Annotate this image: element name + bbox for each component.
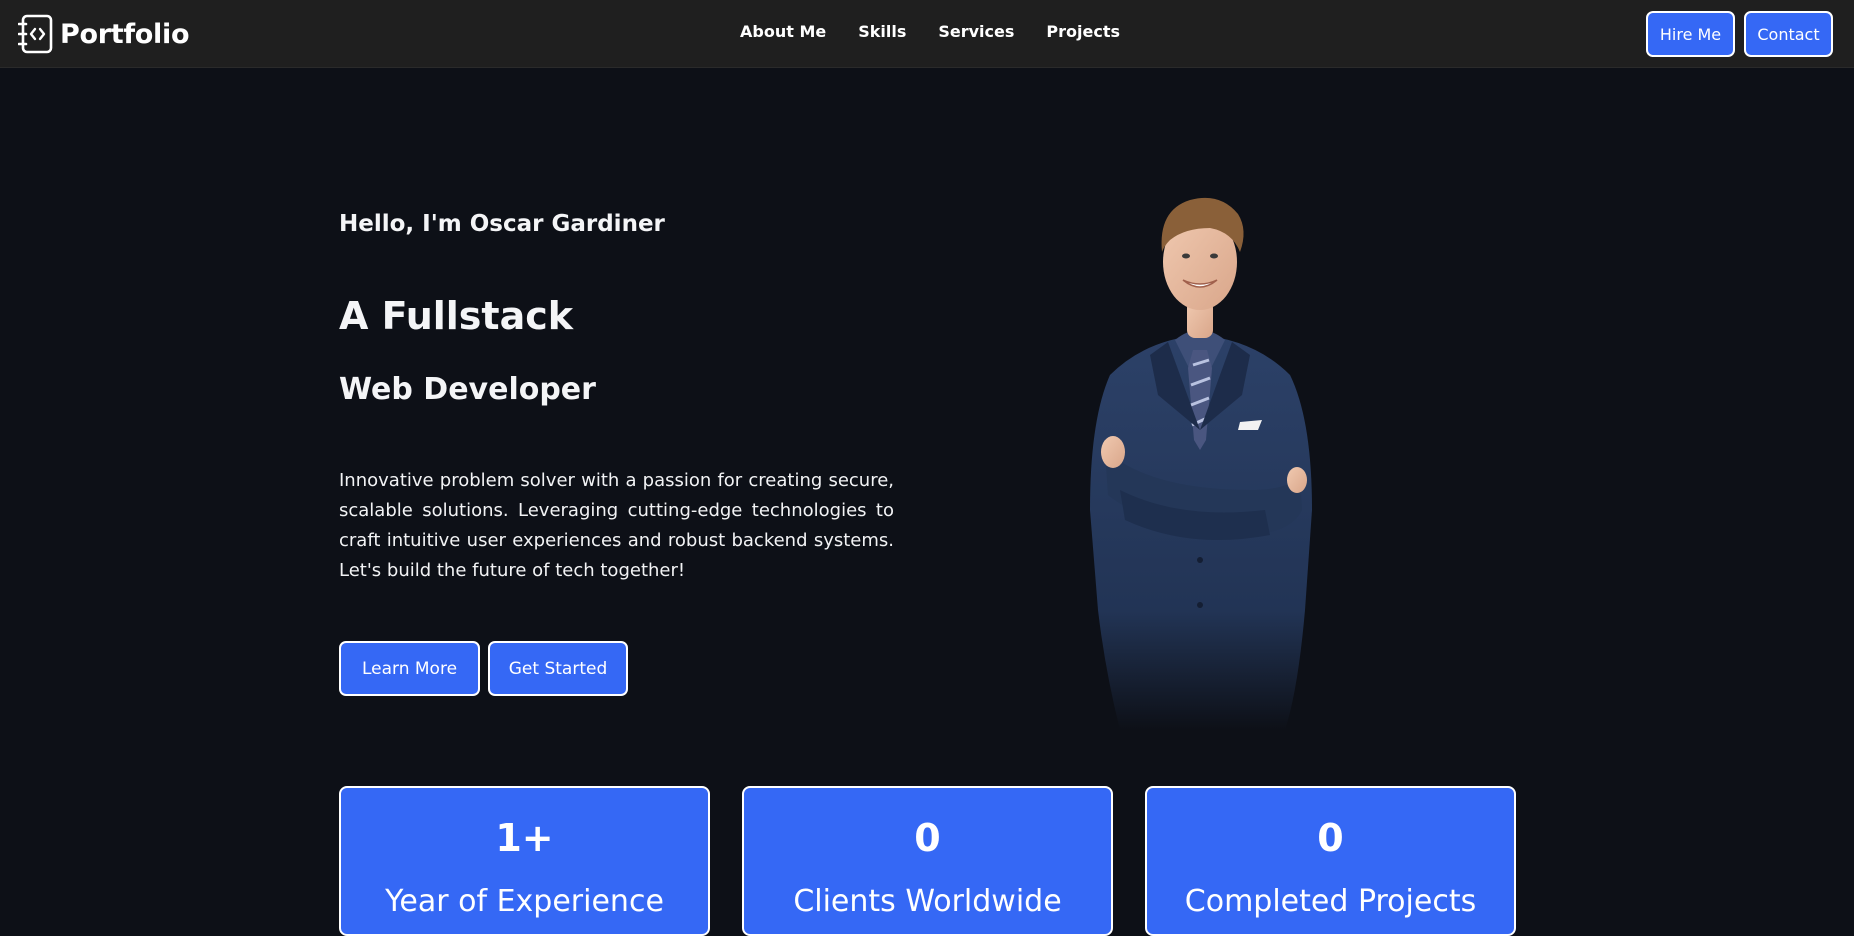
- navbar: Portfolio About Me Skills Services Proje…: [0, 0, 1854, 68]
- nav-link-projects[interactable]: Projects: [1046, 22, 1120, 41]
- contact-button[interactable]: Contact: [1744, 11, 1833, 57]
- stat-card-clients: 0 Clients Worldwide: [742, 786, 1113, 936]
- stat-value: 1+: [495, 816, 554, 860]
- stat-label: Completed Projects: [1184, 884, 1477, 919]
- nav-item-projects: Projects: [1046, 22, 1120, 41]
- hero-subheadline: Web Developer: [339, 372, 596, 407]
- nav-link-skills[interactable]: Skills: [858, 22, 906, 41]
- brand-text: Portfolio: [60, 18, 190, 50]
- stat-card-experience: 1+ Year of Experience: [339, 786, 710, 936]
- nav-item-services: Services: [938, 22, 1014, 41]
- hero-headline: A Fullstack: [339, 294, 574, 338]
- nav-item-skills: Skills: [858, 22, 906, 41]
- nav-item-about: About Me: [740, 22, 826, 41]
- code-notebook-icon: [18, 14, 53, 54]
- stat-label: Year of Experience: [385, 884, 664, 919]
- nav-links: About Me Skills Services Projects: [740, 22, 1120, 41]
- stat-label: Clients Worldwide: [793, 884, 1062, 919]
- hero-bio: Innovative problem solver with a passion…: [339, 470, 894, 581]
- nav-link-services[interactable]: Services: [938, 22, 1014, 41]
- get-started-button[interactable]: Get Started: [488, 641, 628, 696]
- hire-me-button[interactable]: Hire Me: [1646, 11, 1735, 57]
- stat-value: 0: [1317, 816, 1344, 860]
- learn-more-button[interactable]: Learn More: [339, 641, 480, 696]
- brand-link[interactable]: Portfolio: [18, 14, 190, 54]
- nav-link-about-me[interactable]: About Me: [740, 22, 826, 41]
- stat-value: 0: [914, 816, 941, 860]
- hero-greeting: Hello, I'm Oscar Gardiner: [339, 211, 665, 237]
- portrait-photo: [1090, 197, 1312, 730]
- stat-card-projects: 0 Completed Projects: [1145, 786, 1516, 936]
